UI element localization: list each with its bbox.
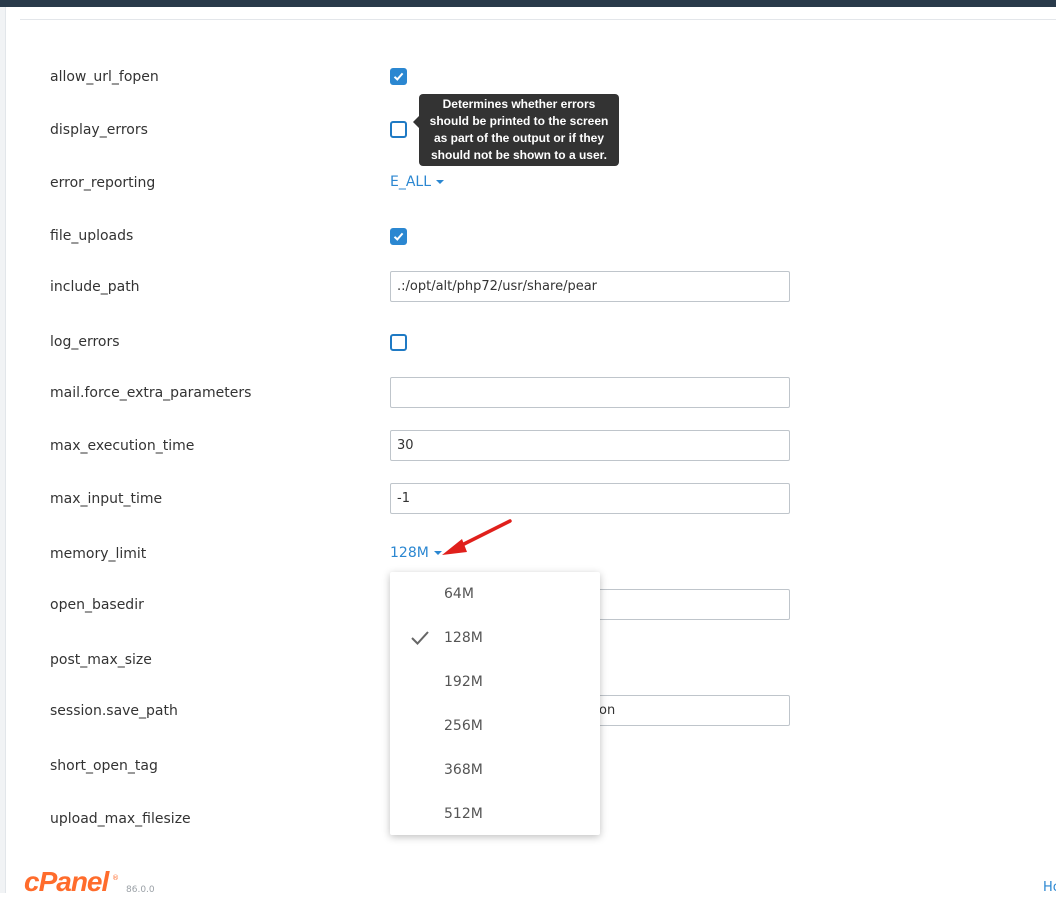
label-memory-limit: memory_limit — [50, 546, 147, 562]
allow-url-fopen-checkbox[interactable] — [390, 68, 407, 85]
label-max-execution-time: max_execution_time — [50, 438, 195, 454]
menu-item-label: 256M — [444, 718, 483, 734]
label-log-errors: log_errors — [50, 334, 120, 350]
menu-item-label: 128M — [444, 630, 483, 646]
label-max-input-time: max_input_time — [50, 491, 163, 507]
caret-down-icon — [436, 180, 445, 184]
include-path-input[interactable] — [390, 271, 790, 302]
label-display-errors: display_errors — [50, 122, 148, 138]
display-errors-checkbox[interactable] — [390, 121, 407, 138]
max-execution-time-input[interactable] — [390, 430, 790, 461]
label-upload-max-filesize: upload_max_filesize — [50, 811, 191, 827]
memory-limit-dropdown[interactable]: 128M — [390, 544, 442, 562]
label-mail-force-extra-parameters: mail.force_extra_parameters — [50, 385, 252, 401]
label-include-path: include_path — [50, 279, 140, 295]
log-errors-checkbox[interactable] — [390, 334, 407, 351]
menu-item-label: 512M — [444, 806, 483, 822]
menu-item-64m[interactable]: 64M — [390, 572, 600, 616]
label-open-basedir: open_basedir — [50, 597, 144, 613]
mail-force-extra-parameters-input[interactable] — [390, 377, 790, 408]
max-input-time-input[interactable] — [390, 483, 790, 514]
menu-item-128m[interactable]: 128M — [390, 616, 600, 660]
error-reporting-dropdown[interactable]: E_ALL — [390, 173, 445, 191]
menu-item-192m[interactable]: 192M — [390, 660, 600, 704]
menu-item-368m[interactable]: 368M — [390, 748, 600, 792]
selected-check-icon — [411, 631, 429, 645]
menu-item-512m[interactable]: 512M — [390, 792, 600, 836]
label-file-uploads: file_uploads — [50, 228, 134, 244]
label-session-save-path: session.save_path — [50, 703, 178, 719]
memory-limit-menu: 64M 128M 192M 256M 368M 512M — [390, 572, 600, 835]
menu-item-256m[interactable]: 256M — [390, 704, 600, 748]
error-reporting-value: E_ALL — [390, 174, 432, 190]
menu-item-label: 368M — [444, 762, 483, 778]
memory-limit-value: 128M — [390, 545, 429, 561]
label-short-open-tag: short_open_tag — [50, 758, 158, 774]
checkmark-icon — [393, 232, 404, 241]
red-arrow-icon — [442, 519, 512, 555]
menu-item-label: 192M — [444, 674, 483, 690]
display-errors-tooltip: Determines whether errors should be prin… — [413, 94, 619, 166]
version-number: 86.0.0 — [126, 885, 155, 895]
content-divider — [20, 19, 1056, 20]
session-save-path-value-fragment: on — [599, 703, 616, 718]
label-error-reporting: error_reporting — [50, 175, 156, 191]
left-sidebar-edge — [0, 7, 6, 893]
label-allow-url-fopen: allow_url_fopen — [50, 69, 159, 85]
menu-item-label: 64M — [444, 586, 474, 602]
checkmark-icon — [393, 72, 404, 81]
file-uploads-checkbox[interactable] — [390, 228, 407, 245]
top-navigation-bar — [0, 0, 1056, 7]
registered-mark: ® — [112, 874, 119, 882]
label-post-max-size: post_max_size — [50, 652, 152, 668]
